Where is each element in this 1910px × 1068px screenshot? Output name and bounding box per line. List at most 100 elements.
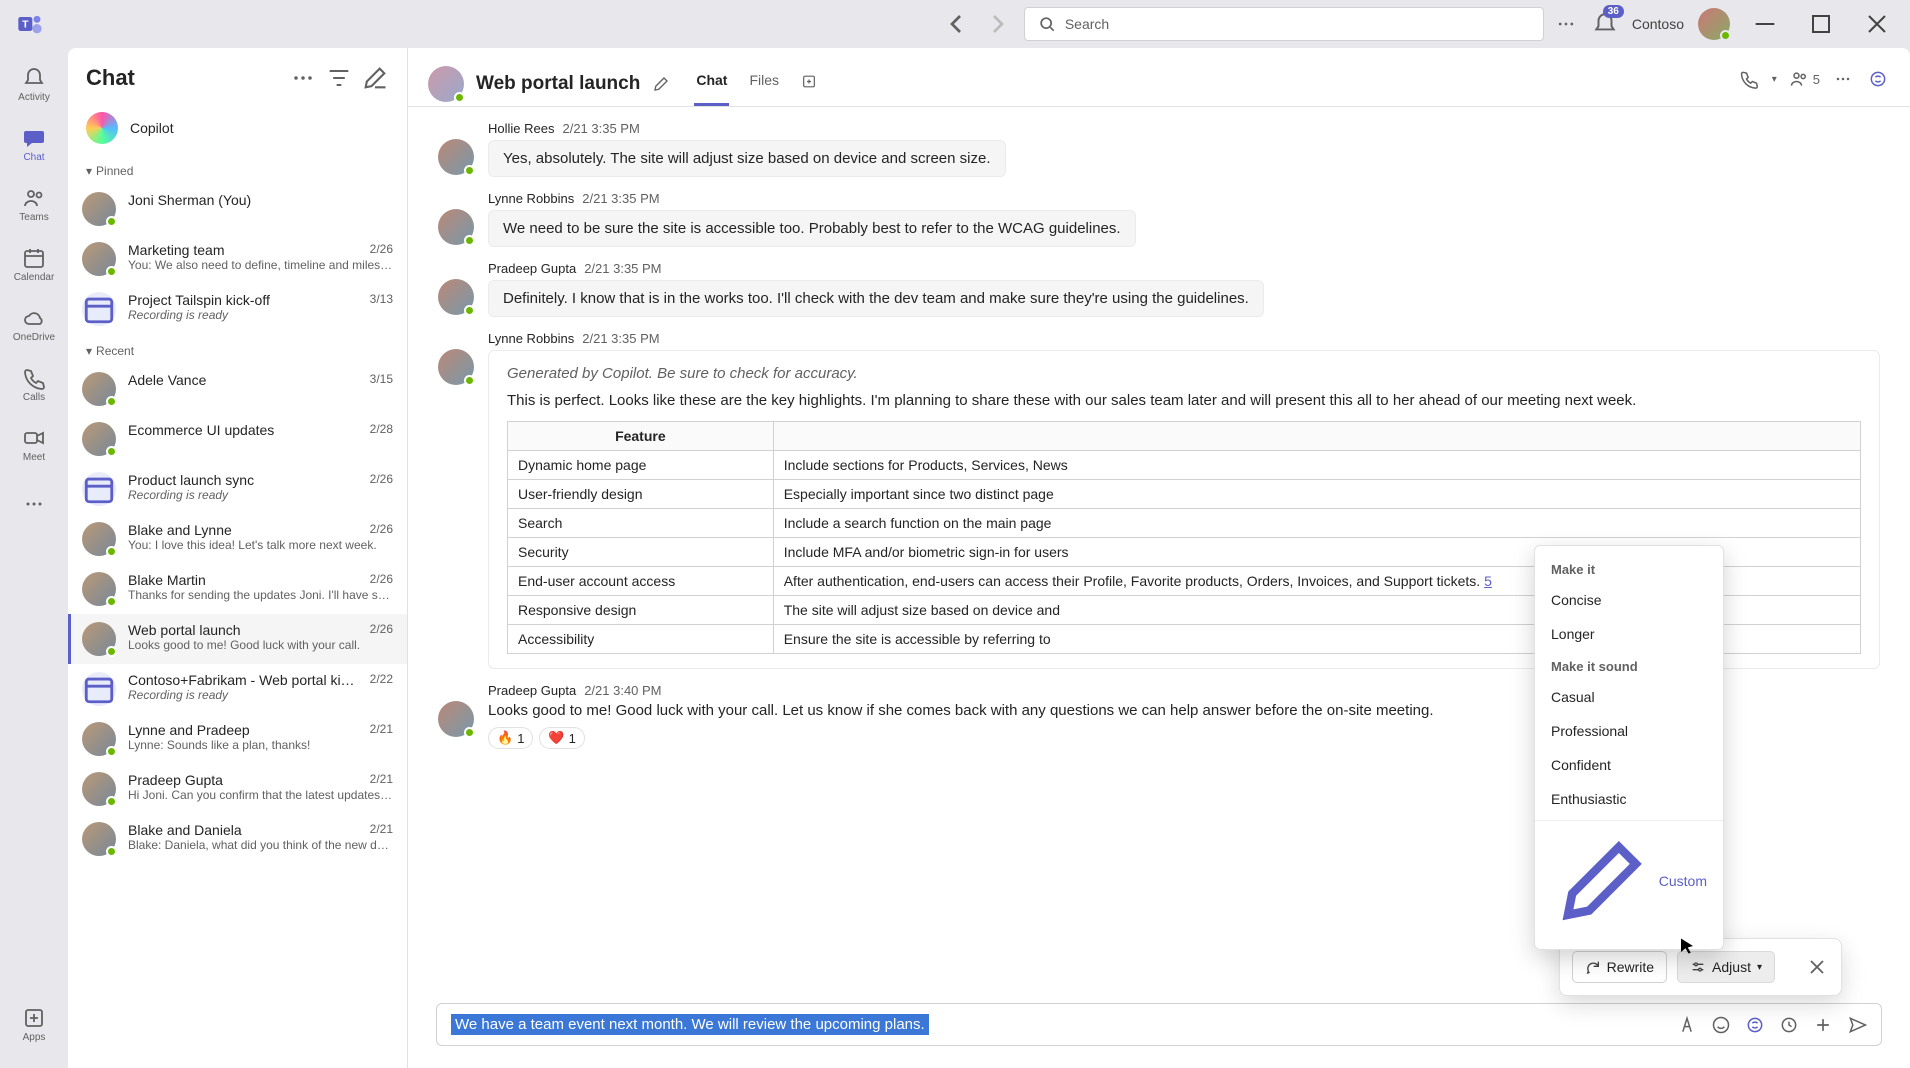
search-input[interactable]: Search <box>1024 7 1544 41</box>
window-maximize-button[interactable] <box>1800 8 1842 40</box>
chevron-down-icon: ▾ <box>86 344 92 358</box>
sender-avatar <box>438 279 474 315</box>
rail-activity[interactable]: Activity <box>6 56 62 112</box>
chat-list-item[interactable]: Lynne and Pradeep2/21Lynne: Sounds like … <box>68 714 407 764</box>
adjust-enthusiastic[interactable]: Enthusiastic <box>1535 782 1723 816</box>
avatar-icon <box>82 522 116 556</box>
calendar-avatar-icon <box>82 472 116 506</box>
phone-icon <box>22 366 46 390</box>
avatar-icon <box>82 242 116 276</box>
loop-icon[interactable] <box>1779 1015 1799 1035</box>
rail-meet[interactable]: Meet <box>6 416 62 472</box>
compose-input[interactable]: We have a team event next month. We will… <box>436 1003 1882 1046</box>
copilot-disclaimer: Generated by Copilot. Be sure to check f… <box>507 365 1861 382</box>
chat-list-item[interactable]: Blake and Daniela2/21Blake: Daniela, wha… <box>68 814 407 864</box>
emoji-icon[interactable] <box>1711 1015 1731 1035</box>
adjust-longer[interactable]: Longer <box>1535 617 1723 651</box>
chat-list-item[interactable]: Marketing team2/26You: We also need to d… <box>68 234 407 284</box>
rail-onedrive[interactable]: OneDrive <box>6 296 62 352</box>
notifications-button[interactable]: 36 <box>1592 11 1618 37</box>
new-chat-button[interactable] <box>361 64 389 92</box>
send-icon[interactable] <box>1847 1015 1867 1035</box>
window-close-button[interactable] <box>1856 8 1898 40</box>
tab-files[interactable]: Files <box>747 62 781 106</box>
chat-item-date: 2/26 <box>370 242 393 258</box>
people-icon <box>22 186 46 210</box>
adjust-button[interactable]: Adjust▾ <box>1677 951 1775 983</box>
plus-icon[interactable] <box>1813 1015 1833 1035</box>
copilot-panel-close[interactable] <box>1805 955 1829 979</box>
tab-chat[interactable]: Chat <box>694 62 729 106</box>
section-recent[interactable]: ▾Recent <box>68 334 407 364</box>
chat-list-title: Chat <box>86 65 281 91</box>
chat-item-date: 2/28 <box>370 422 393 438</box>
filter-button[interactable] <box>325 64 353 92</box>
message: Lynne Robbins2/21 3:35 PMWe need to be s… <box>438 191 1880 247</box>
chat-list-more-button[interactable] <box>289 64 317 92</box>
chat-item-name: Contoso+Fabrikam - Web portal ki… <box>128 672 355 688</box>
chat-item-name: Blake Martin <box>128 572 206 588</box>
copilot-entry[interactable]: Copilot <box>68 102 407 154</box>
chat-list-item[interactable]: Web portal launch2/26Looks good to me! G… <box>68 614 407 664</box>
table-cell: Responsive design <box>508 596 774 625</box>
user-avatar[interactable] <box>1698 8 1730 40</box>
adjust-professional[interactable]: Professional <box>1535 714 1723 748</box>
chat-list-item[interactable]: Blake and Lynne2/26You: I love this idea… <box>68 514 407 564</box>
avatar-icon <box>82 572 116 606</box>
table-cell: Include a search function on the main pa… <box>773 509 1860 538</box>
message-header: Lynne Robbins2/21 3:35 PM <box>488 191 1880 206</box>
chat-item-preview: You: We also need to define, timeline an… <box>128 258 393 272</box>
chat-list-item[interactable]: Joni Sherman (You) <box>68 184 407 234</box>
copilot-compose-icon[interactable] <box>1745 1015 1765 1035</box>
chat-list-item[interactable]: Adele Vance3/15 <box>68 364 407 414</box>
app-body: Activity Chat Teams Calendar OneDrive Ca… <box>0 48 1910 1068</box>
adjust-casual[interactable]: Casual <box>1535 680 1723 714</box>
chat-list-item[interactable]: Ecommerce UI updates2/28 <box>68 414 407 464</box>
chat-item-preview: Recording is ready <box>128 688 393 702</box>
rail-more[interactable] <box>6 476 62 532</box>
rail-teams[interactable]: Teams <box>6 176 62 232</box>
reaction-fire[interactable]: 🔥 1 <box>488 727 533 749</box>
chat-list-item[interactable]: Product launch sync2/26Recording is read… <box>68 464 407 514</box>
calendar-avatar-icon <box>82 672 116 706</box>
tab-add[interactable] <box>799 62 819 106</box>
chat-item-date: 2/21 <box>370 772 393 788</box>
rail-calls[interactable]: Calls <box>6 356 62 412</box>
chat-item-date: 2/26 <box>370 472 393 488</box>
adjust-confident[interactable]: Confident <box>1535 748 1723 782</box>
rail-calendar[interactable]: Calendar <box>6 236 62 292</box>
more-ellipsis-icon[interactable] <box>1554 14 1578 34</box>
org-label: Contoso <box>1632 16 1684 32</box>
compose-text: We have a team event next month. We will… <box>451 1014 929 1035</box>
chat-list-item[interactable]: Project Tailspin kick-off3/13Recording i… <box>68 284 407 334</box>
edit-icon[interactable] <box>652 74 670 94</box>
rail-apps[interactable]: Apps <box>6 996 62 1052</box>
citation-link[interactable]: 5 <box>1484 573 1492 589</box>
format-icon[interactable] <box>1677 1015 1697 1035</box>
section-pinned[interactable]: ▾Pinned <box>68 154 407 184</box>
chat-item-date: 3/13 <box>370 292 393 308</box>
chat-list-item[interactable]: Pradeep Gupta2/21Hi Joni. Can you confir… <box>68 764 407 814</box>
reaction-heart[interactable]: ❤️ 1 <box>539 727 584 749</box>
adjust-concise[interactable]: Concise <box>1535 583 1723 617</box>
rail-chat[interactable]: Chat <box>6 116 62 172</box>
adjust-custom[interactable]: Custom <box>1535 820 1723 941</box>
copilot-header-icon[interactable] <box>1866 69 1890 89</box>
table-cell: Search <box>508 509 774 538</box>
nav-back-button[interactable] <box>940 8 972 40</box>
avatar-icon <box>82 372 116 406</box>
nav-forward-button[interactable] <box>982 8 1014 40</box>
rewrite-button[interactable]: Rewrite <box>1572 951 1667 983</box>
chat-list-item[interactable]: Contoso+Fabrikam - Web portal ki…2/22Rec… <box>68 664 407 714</box>
chat-more-button[interactable] <box>1832 69 1854 89</box>
chat-item-name: Adele Vance <box>128 372 206 388</box>
video-icon <box>22 426 46 450</box>
message: Pradeep Gupta2/21 3:35 PMDefinitely. I k… <box>438 261 1880 317</box>
window-minimize-button[interactable] <box>1744 8 1786 40</box>
participants-button[interactable]: 5 <box>1789 69 1820 89</box>
chat-item-date: 2/26 <box>370 622 393 638</box>
chat-list-item[interactable]: Blake Martin2/26Thanks for sending the u… <box>68 564 407 614</box>
avatar-icon <box>82 422 116 456</box>
titlebar: T Search 36 Contoso <box>0 0 1910 48</box>
call-button[interactable] <box>1738 69 1760 89</box>
